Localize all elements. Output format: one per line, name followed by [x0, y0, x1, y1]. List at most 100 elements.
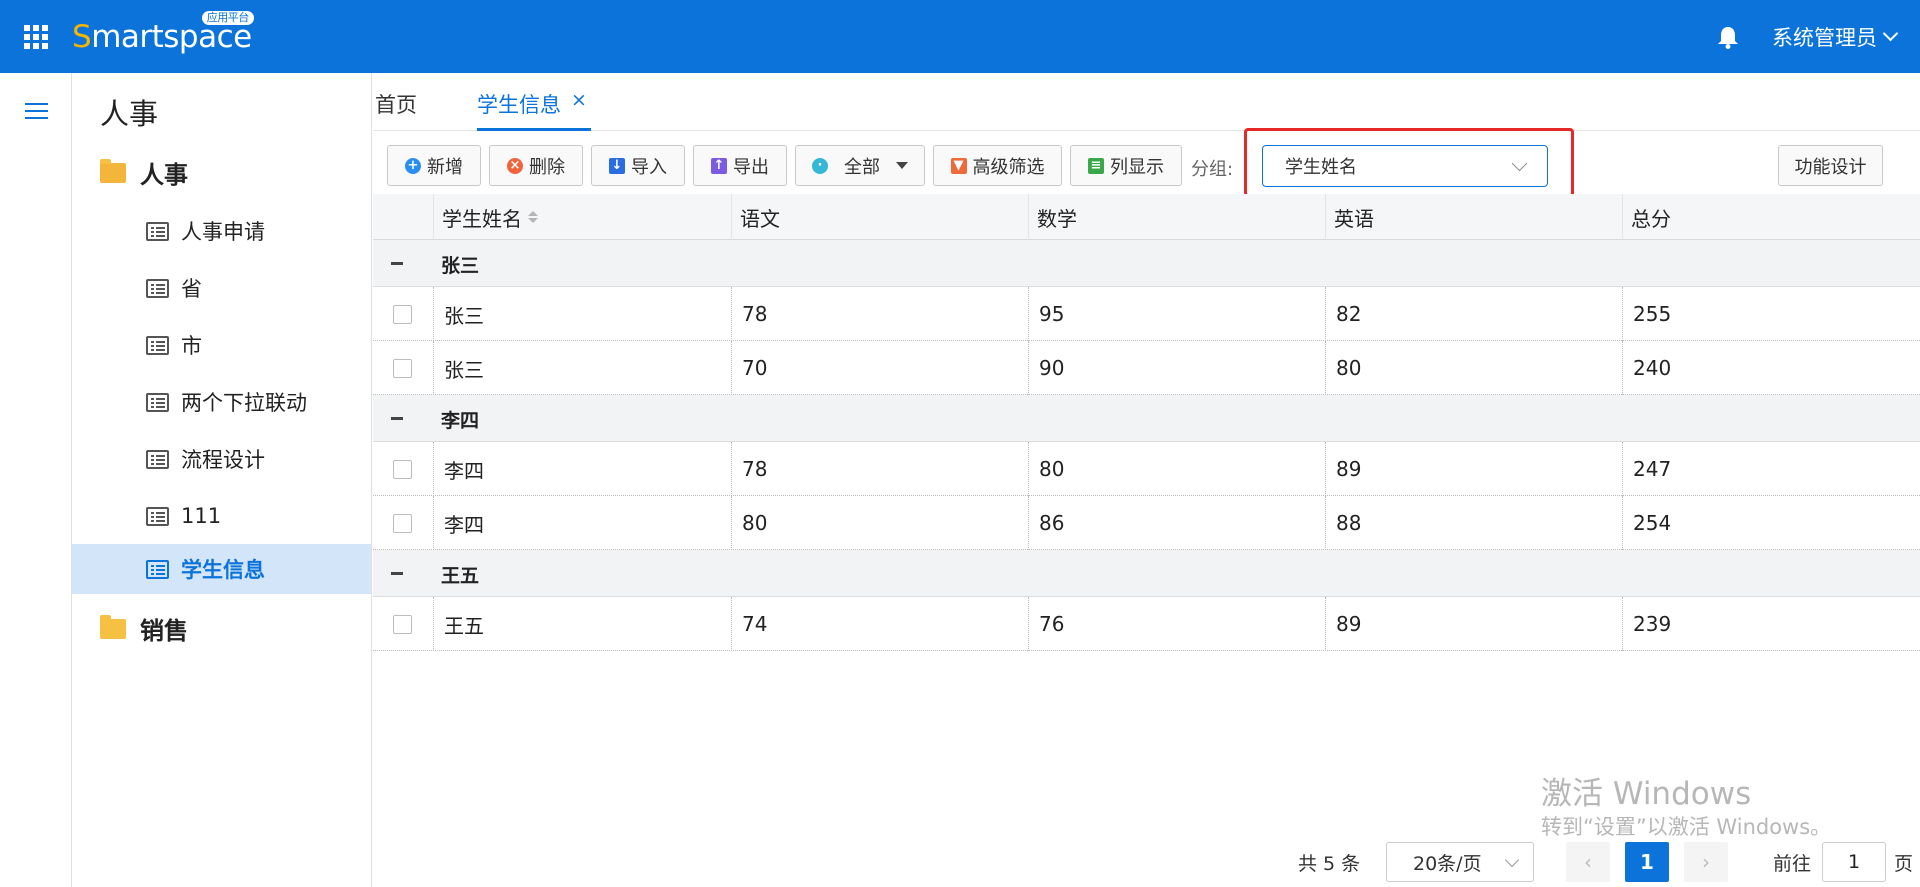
table-row[interactable]: 王五 74 76 89 239 [373, 597, 1920, 651]
list-icon [146, 449, 169, 469]
grid-icon: · [812, 157, 828, 174]
page-suffix: 页 [1894, 852, 1914, 875]
row-checkbox[interactable] [393, 615, 412, 634]
list-icon [146, 559, 169, 579]
sidebar-item-process-design[interactable]: 流程设计 [72, 434, 371, 484]
column-header-student-name[interactable]: 学生姓名 [433, 194, 731, 240]
cell-chinese: 78 [731, 287, 1028, 341]
chevron-down-icon [1882, 25, 1899, 42]
left-rail [0, 73, 72, 887]
collapse-icon[interactable] [391, 262, 403, 265]
goto-page-input[interactable]: 1 [1822, 842, 1886, 882]
columns-icon: ≡ [1088, 157, 1104, 174]
group-row[interactable]: 王五 [373, 550, 1920, 597]
menu-toggle-icon[interactable] [25, 103, 48, 124]
cell-total: 240 [1622, 341, 1920, 395]
sidebar-item-province[interactable]: 省 [72, 263, 371, 313]
cell-student-name: 张三 [433, 341, 731, 395]
cell-total: 255 [1622, 287, 1920, 341]
toolbar: + 新增 × 删除 ↓ 导入 ↑ 导出 · 全部 ▼ 高级筛选 ≡ 列显示 分组… [373, 131, 1920, 194]
user-menu[interactable]: 系统管理员 [1758, 22, 1920, 52]
sidebar-folder-sales[interactable]: 销售 [100, 611, 188, 646]
cell-chinese: 74 [731, 597, 1028, 651]
next-page-button[interactable]: › [1684, 842, 1728, 882]
data-table: 学生姓名 语文 数学 英语 总分 张三 张三 78 95 82 255 张三 7… [373, 194, 1920, 651]
sidebar-item-city[interactable]: 市 [72, 320, 371, 370]
prev-page-button[interactable]: ‹ [1566, 842, 1610, 882]
tab-home[interactable]: 首页 [375, 89, 417, 119]
cell-math: 86 [1028, 496, 1325, 550]
sidebar-item-cascade-dropdowns[interactable]: 两个下拉联动 [72, 377, 371, 427]
column-header-math[interactable]: 数学 [1028, 194, 1325, 240]
row-checkbox[interactable] [393, 305, 412, 324]
logo-badge: 应用平台 [201, 11, 254, 25]
list-icon [146, 221, 169, 241]
group-by-select[interactable]: 学生姓名 [1262, 145, 1548, 187]
cell-student-name: 张三 [433, 287, 731, 341]
export-icon: ↑ [711, 157, 727, 174]
column-display-button[interactable]: ≡ 列显示 [1070, 145, 1182, 186]
filter-icon: ▼ [950, 157, 967, 174]
sort-icon[interactable] [528, 211, 538, 223]
cell-math: 76 [1028, 597, 1325, 651]
cell-math: 95 [1028, 287, 1325, 341]
notification-bell-icon[interactable] [1698, 0, 1758, 73]
sidebar-item-hr-application[interactable]: 人事申请 [72, 206, 371, 256]
group-name: 张三 [441, 255, 480, 277]
page-number-current[interactable]: 1 [1625, 842, 1669, 882]
delete-button[interactable]: × 删除 [489, 145, 583, 186]
table-row[interactable]: 张三 78 95 82 255 [373, 287, 1920, 341]
cell-english: 88 [1325, 496, 1622, 550]
import-button[interactable]: ↓ 导入 [591, 145, 685, 186]
sidebar-item-111[interactable]: 111 [72, 491, 371, 541]
function-design-button[interactable]: 功能设计 [1778, 145, 1883, 186]
add-button[interactable]: + 新增 [387, 145, 481, 186]
row-checkbox[interactable] [393, 359, 412, 378]
export-button[interactable]: ↑ 导出 [693, 145, 787, 186]
column-header-total[interactable]: 总分 [1622, 194, 1920, 240]
table-row[interactable]: 李四 80 86 88 254 [373, 496, 1920, 550]
sidebar: 人事 人事 人事申请 省 市 两个下拉联动 流程设计 111 学生信息 销售 [72, 73, 372, 887]
sidebar-folder-hr[interactable]: 人事 [100, 155, 188, 190]
activation-watermark-subtitle: 转到“设置”以激活 Windows。 [1541, 815, 1832, 839]
cell-student-name: 李四 [433, 496, 731, 550]
group-label: 分组: [1191, 159, 1234, 180]
table-row[interactable]: 李四 78 80 89 247 [373, 442, 1920, 496]
group-row[interactable]: 张三 [373, 240, 1920, 287]
cell-chinese: 80 [731, 496, 1028, 550]
group-row[interactable]: 李四 [373, 395, 1920, 442]
cell-student-name: 李四 [433, 442, 731, 496]
cell-chinese: 70 [731, 341, 1028, 395]
cell-english: 89 [1325, 597, 1622, 651]
group-name: 李四 [441, 410, 480, 432]
table-header: 学生姓名 语文 数学 英语 总分 [373, 194, 1920, 240]
column-header-english[interactable]: 英语 [1325, 194, 1622, 240]
collapse-icon[interactable] [391, 417, 403, 420]
scope-all-dropdown[interactable]: · 全部 [795, 145, 925, 186]
column-header-chinese[interactable]: 语文 [731, 194, 1028, 240]
sidebar-item-student-info[interactable]: 学生信息 [72, 544, 371, 594]
cell-math: 90 [1028, 341, 1325, 395]
activation-watermark-title: 激活 Windows [1541, 776, 1752, 812]
app-grid-button[interactable] [0, 0, 72, 73]
caret-down-icon [896, 162, 908, 169]
tab-close-icon[interactable]: × [571, 89, 587, 111]
cell-english: 80 [1325, 341, 1622, 395]
cell-total: 247 [1622, 442, 1920, 496]
tab-student-info[interactable]: 学生信息 [477, 89, 561, 119]
cell-chinese: 78 [731, 442, 1028, 496]
cell-total: 254 [1622, 496, 1920, 550]
list-icon [146, 335, 169, 355]
tab-bar: 首页 学生信息 × [373, 73, 1920, 131]
smartspace-logo[interactable]: Smartspace 应用平台 [72, 0, 254, 73]
row-checkbox[interactable] [393, 514, 412, 533]
close-icon: × [507, 157, 523, 174]
app-grid-icon [24, 24, 48, 49]
collapse-icon[interactable] [391, 572, 403, 575]
advanced-filter-button[interactable]: ▼ 高级筛选 [933, 145, 1062, 186]
row-checkbox[interactable] [393, 460, 412, 479]
chevron-down-icon [1504, 852, 1520, 868]
page-size-select[interactable]: 20条/页 [1386, 842, 1534, 882]
sidebar-title: 人事 [100, 97, 159, 131]
table-row[interactable]: 张三 70 90 80 240 [373, 341, 1920, 395]
